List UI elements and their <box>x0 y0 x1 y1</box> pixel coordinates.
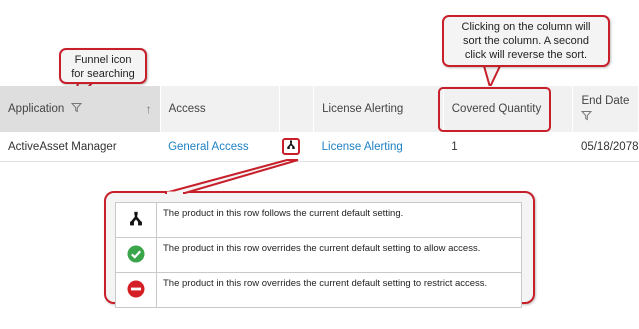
legend-row: The product in this row follows the curr… <box>115 202 522 238</box>
legend-text: The product in this row overrides the cu… <box>156 237 522 273</box>
funnel-icon[interactable] <box>581 110 593 124</box>
sort-callout: Clicking on the column will sort the col… <box>442 15 610 67</box>
legend-text: The product in this row follows the curr… <box>156 202 522 238</box>
column-header-application[interactable]: Application ↑ <box>0 86 161 132</box>
funnel-callout: Funnel icon for searching <box>59 48 147 84</box>
sort-callout-tail <box>482 65 502 90</box>
column-header-setting <box>279 86 315 132</box>
legend-callout-tail <box>164 159 299 194</box>
column-header-label: Access <box>168 103 206 115</box>
access-link[interactable]: General Access <box>168 141 249 153</box>
column-header-label: Application <box>8 103 65 116</box>
covered-quantity-highlight <box>438 87 551 132</box>
cell-application: ActiveAsset Manager <box>0 132 161 162</box>
default-setting-icon[interactable] <box>281 138 300 155</box>
column-header-label: License Alerting <box>322 103 404 115</box>
column-header-license-alerting[interactable]: License Alerting <box>313 86 444 132</box>
icon-legend: The product in this row follows the curr… <box>115 202 522 308</box>
legend-row: The product in this row overrides the cu… <box>115 272 522 308</box>
legend-text: The product in this row overrides the cu… <box>156 272 522 308</box>
cell-covered-quantity: 1 <box>443 132 573 162</box>
column-header-end-date[interactable]: End Date <box>572 86 639 132</box>
table-row[interactable]: ActiveAsset Manager General Access Licen… <box>0 132 639 162</box>
legend-row: The product in this row overrides the cu… <box>115 237 522 273</box>
cell-end-date: 05/18/2078 <box>572 132 639 162</box>
funnel-icon[interactable] <box>71 102 83 116</box>
default-setting-icon <box>128 211 144 230</box>
allow-checkmark-icon <box>127 245 145 266</box>
restrict-minus-icon <box>127 280 145 301</box>
column-header-label: End Date <box>581 94 630 107</box>
column-header-access[interactable]: Access <box>160 86 281 132</box>
license-alerting-link[interactable]: License Alerting <box>322 141 403 153</box>
sort-ascending-icon: ↑ <box>145 102 152 116</box>
